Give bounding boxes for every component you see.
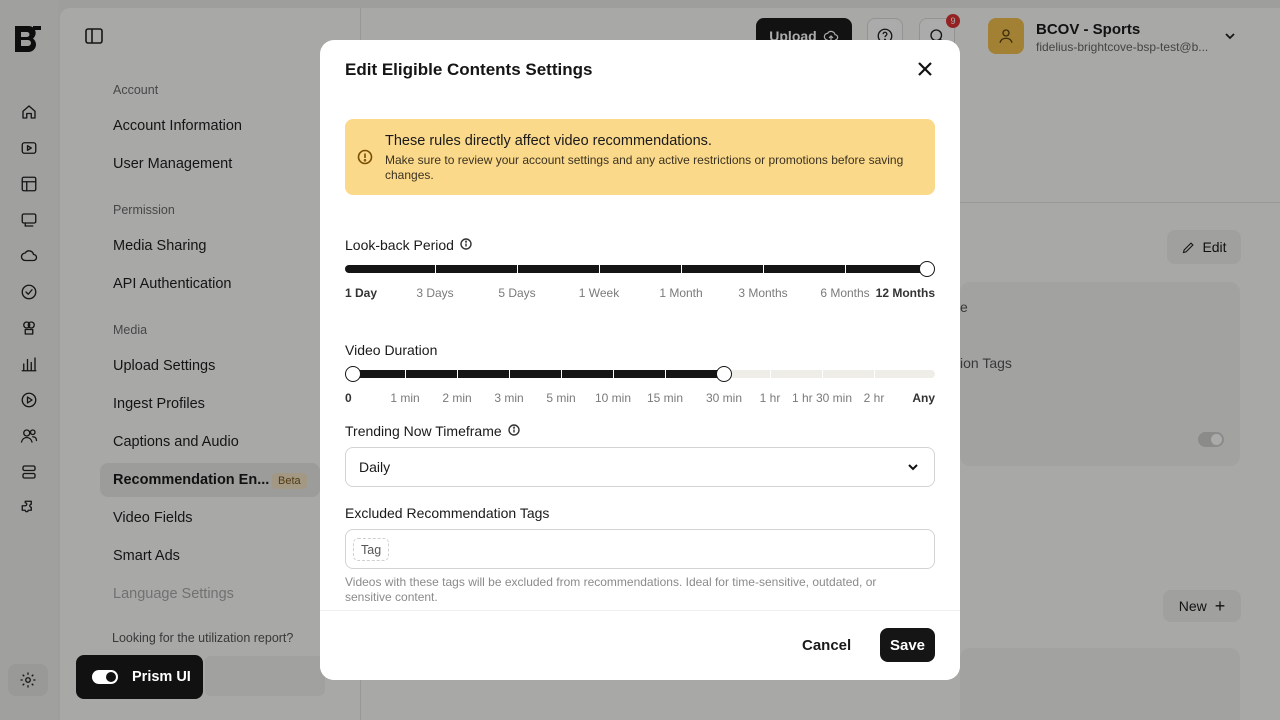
- lookback-scale-label: 6 Months: [820, 286, 870, 300]
- tag-placeholder-chip[interactable]: Tag: [353, 538, 390, 561]
- excluded-tags-help: Videos with these tags will be excluded …: [345, 575, 877, 604]
- excluded-tags-label-row: Excluded Recommendation Tags: [345, 505, 549, 521]
- lookback-tick: [599, 265, 600, 273]
- duration-scale-label: Any: [912, 391, 935, 405]
- lookback-scale-label: 5 Days: [498, 286, 536, 300]
- lookback-scale-label: 3 Months: [738, 286, 788, 300]
- lookback-scale-label: 1 Day: [345, 286, 378, 300]
- duration-end-handle[interactable]: [716, 366, 732, 382]
- info-icon[interactable]: [460, 237, 472, 253]
- duration-scale-label: 15 min: [646, 391, 684, 405]
- lookback-label-row: Look-back Period: [345, 237, 472, 253]
- warning-icon: [357, 149, 373, 165]
- info-icon[interactable]: [507, 423, 520, 439]
- duration-scale-label: 10 min: [594, 391, 632, 405]
- duration-slider[interactable]: [345, 364, 935, 384]
- duration-scale-label: 3 min: [494, 391, 524, 405]
- duration-label: Video Duration: [345, 342, 438, 358]
- edit-eligible-contents-modal: Edit Eligible Contents Settings These ru…: [320, 40, 960, 680]
- lookback-scale: 1 Day 3 Days 5 Days 1 Week 1 Month 3 Months 6 …: [345, 286, 935, 302]
- duration-tick: [509, 370, 510, 378]
- prism-switch[interactable]: [92, 670, 118, 684]
- duration-scale-label: 2 hr: [863, 391, 885, 405]
- close-icon: [918, 62, 932, 76]
- trending-label-row: Trending Now Timeframe: [345, 423, 520, 439]
- chevron-down-icon: [906, 460, 920, 474]
- lookback-slider[interactable]: [345, 259, 935, 279]
- lookback-label: Look-back Period: [345, 237, 454, 253]
- duration-tick: [613, 370, 614, 378]
- duration-scale: 0 1 min 2 min 3 min 5 min 10 min 15 min 30 min 1…: [345, 391, 935, 407]
- close-button[interactable]: [914, 58, 936, 80]
- duration-scale-label: 1 hr 30 min: [791, 391, 853, 405]
- cancel-button[interactable]: Cancel: [802, 628, 851, 662]
- lookback-tick: [517, 265, 518, 273]
- lookback-tick: [763, 265, 764, 273]
- alert-body: Make sure to review your account setting…: [385, 153, 904, 182]
- excluded-tags-label: Excluded Recommendation Tags: [345, 505, 550, 521]
- duration-start-handle[interactable]: [345, 366, 361, 382]
- lookback-end-handle[interactable]: [919, 261, 935, 277]
- trending-timeframe-select[interactable]: Daily: [345, 447, 935, 487]
- prism-ui-label: Prism UI: [132, 669, 191, 685]
- duration-scale-label: 2 min: [442, 391, 472, 405]
- excluded-tags-input[interactable]: Tag: [345, 529, 935, 569]
- warning-alert: These rules directly affect video recomm…: [345, 119, 935, 195]
- lookback-scale-label: 12 Months: [875, 286, 935, 300]
- duration-tick: [770, 370, 771, 378]
- duration-scale-label: 0: [345, 391, 352, 405]
- lookback-scale-label: 1 Week: [578, 286, 620, 300]
- lookback-tick: [845, 265, 846, 273]
- duration-scale-label: 5 min: [546, 391, 576, 405]
- duration-scale-label: 30 min: [705, 391, 743, 405]
- lookback-tick: [681, 265, 682, 273]
- save-button[interactable]: Save: [880, 628, 935, 662]
- alert-title: These rules directly affect video recomm…: [385, 133, 712, 149]
- trending-label: Trending Now Timeframe: [345, 423, 502, 439]
- lookback-selected-range: [345, 265, 927, 273]
- duration-tick: [561, 370, 562, 378]
- lookback-tick: [435, 265, 436, 273]
- duration-tick: [405, 370, 406, 378]
- duration-tick: [457, 370, 458, 378]
- duration-selected-range: [353, 370, 724, 378]
- duration-scale-label: 1 hr: [759, 391, 781, 405]
- lookback-scale-label: 1 Month: [659, 286, 703, 300]
- duration-tick: [874, 370, 875, 378]
- trending-selected-value: Daily: [359, 459, 391, 475]
- prism-ui-toggle[interactable]: Prism UI: [76, 655, 203, 699]
- duration-label-row: Video Duration: [345, 342, 437, 358]
- lookback-scale-label: 3 Days: [416, 286, 454, 300]
- duration-tick: [665, 370, 666, 378]
- modal-title: Edit Eligible Contents Settings: [345, 60, 593, 79]
- duration-tick: [822, 370, 823, 378]
- modal-footer: Cancel Save: [320, 610, 960, 680]
- duration-scale-label: 1 min: [390, 391, 420, 405]
